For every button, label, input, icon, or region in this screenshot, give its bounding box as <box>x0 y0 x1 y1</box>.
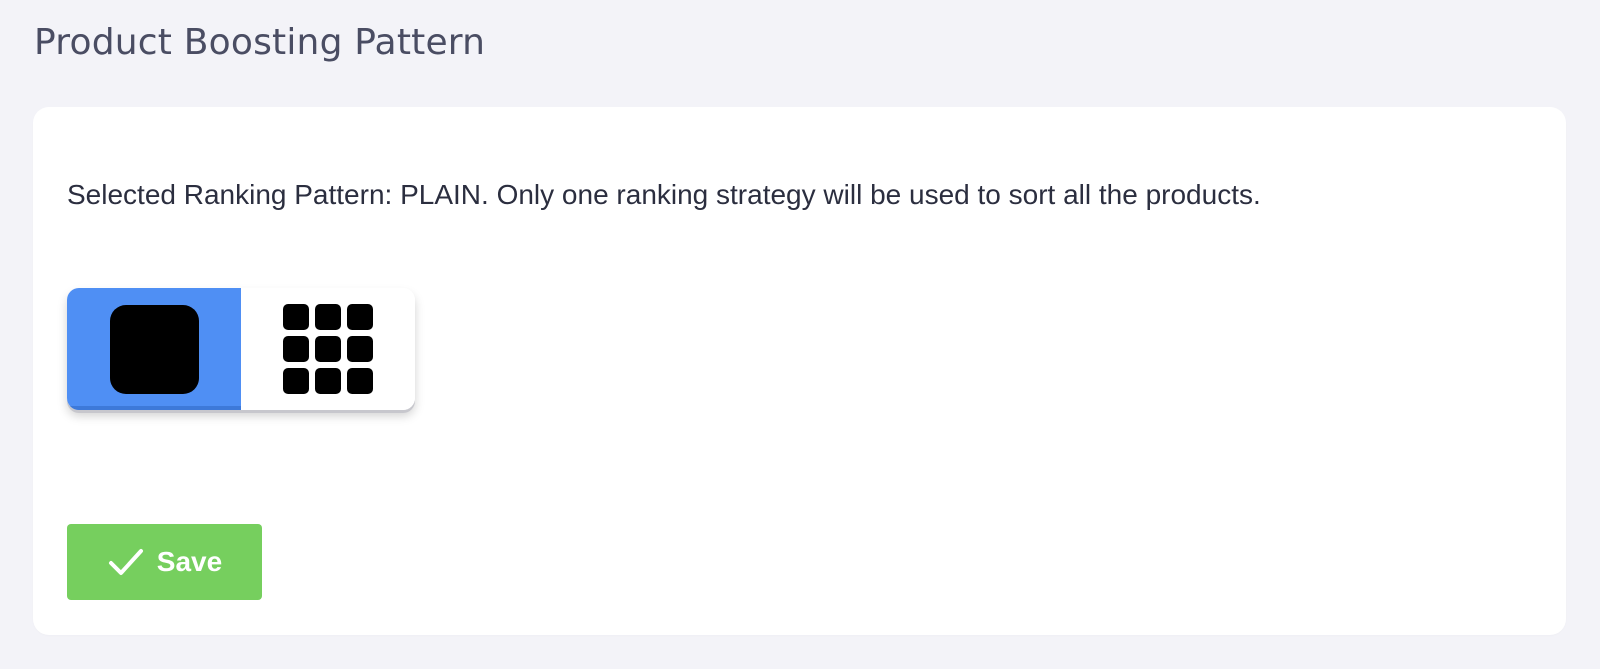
check-icon <box>107 543 145 581</box>
save-button[interactable]: Save <box>67 524 262 600</box>
grid-3x3-icon <box>283 304 373 394</box>
single-square-icon <box>109 304 199 394</box>
page-title: Product Boosting Pattern <box>34 22 486 63</box>
ranking-pattern-description: Selected Ranking Pattern: PLAIN. Only on… <box>67 179 1261 210</box>
boosting-pattern-card: Selected Ranking Pattern: PLAIN. Only on… <box>33 107 1566 635</box>
plain-pattern-button[interactable] <box>67 288 241 410</box>
save-button-label: Save <box>156 546 223 577</box>
grid-pattern-button[interactable] <box>241 288 415 410</box>
ranking-pattern-toggle <box>67 288 415 410</box>
